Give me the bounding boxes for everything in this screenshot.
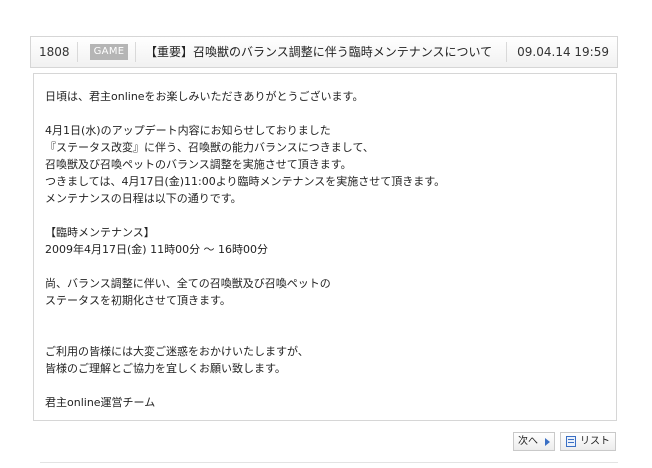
body-line [45,258,445,275]
body-line: ステータスを初期化させて頂きます。 [45,294,231,307]
body-line: ご利用の皆様には大変ご迷惑をおかけいたしますが、 [45,345,309,358]
body-line: 日頃は、君主onlineをお楽しみいただきありがとうございます。 [45,90,364,103]
notice-number: 1808 [39,45,70,59]
body-line: 君主online運営チーム [45,396,156,409]
bottom-divider [40,462,618,463]
body-line: 皆様のご理解とご協力を宜しくお願い致します。 [45,362,286,375]
body-line: 尚、バランス調整に伴い、全ての召喚獣及び召喚ペットの [45,277,331,290]
notice-header: 1808 GAME 【重要】召喚獣のバランス調整に伴う臨時メンテナンスについて … [30,36,618,68]
next-button-label: 次へ [518,436,538,447]
header-divider [77,42,78,62]
body-line: つきましては、4月17日(金)11:00より臨時メンテナンスを実施させて頂きます… [45,175,446,188]
header-divider [135,42,136,62]
notice-date: 09.04.14 19:59 [517,45,609,59]
notice-content: 日頃は、君主onlineをお楽しみいただきありがとうございます。 4月1日(水)… [45,88,445,411]
notice-body: 日頃は、君主onlineをお楽しみいただきありがとうございます。 4月1日(水)… [33,73,617,421]
body-line [45,207,445,224]
body-line: 【臨時メンテナンス】 [45,226,155,239]
body-line: メンテナンスの日程は以下の通りです。 [45,192,242,205]
body-line: 召喚獣及び召喚ペットのバランス調整を実施させて頂きます。 [45,158,352,171]
header-divider [506,42,507,62]
body-line: 2009年4月17日(金) 11時00分 ～ 16時00分 [45,243,269,256]
body-line: 4月1日(水)のアップデート内容にお知らせしておりました [45,124,331,137]
category-badge: GAME [90,44,128,60]
body-line [45,377,445,394]
next-button[interactable]: 次へ [513,432,555,451]
body-line [45,309,445,326]
list-button[interactable]: リスト [560,432,616,451]
body-line [45,105,445,122]
triangle-right-icon [545,438,550,446]
notice-page: 1808 GAME 【重要】召喚獣のバランス調整に伴う臨時メンテナンスについて … [0,0,652,468]
notice-title: 【重要】召喚獣のバランス調整に伴う臨時メンテナンスについて [145,45,493,59]
body-line [45,326,445,343]
body-line: 『ステータス改変』に伴う、召喚獣の能力バランスにつきまして、 [45,141,374,154]
list-button-label: リスト [580,436,610,447]
list-document-icon [566,436,576,447]
